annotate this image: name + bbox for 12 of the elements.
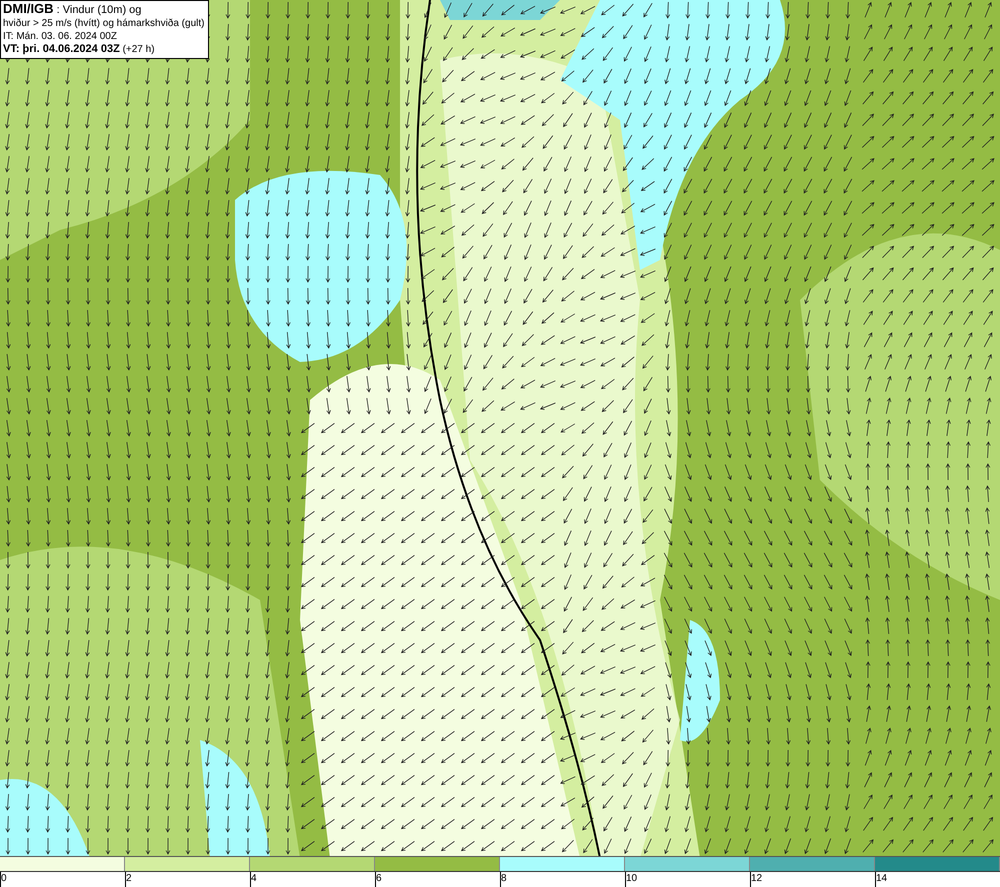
info-line: DMI/IGB : Vindur (10m) og — [3, 2, 142, 17]
legend-label: 10 — [625, 872, 638, 887]
legend-label: 14 — [875, 872, 888, 887]
legend-label: 0 — [0, 872, 7, 887]
legend-label: 6 — [375, 872, 382, 887]
legend-label: 12 — [750, 872, 762, 887]
info-line: IT: Mán. 03. 06. 2024 00Z — [3, 30, 118, 43]
info-line: VT: þri. 04.06.2024 03Z (+27 h) — [3, 43, 156, 56]
legend-label: 2 — [125, 872, 132, 887]
legend-label: 8 — [500, 872, 507, 887]
legend-label: 4 — [250, 872, 257, 887]
info-line: hviður > 25 m/s (hvítt) og hámarkshviða (gult) — [3, 17, 204, 30]
